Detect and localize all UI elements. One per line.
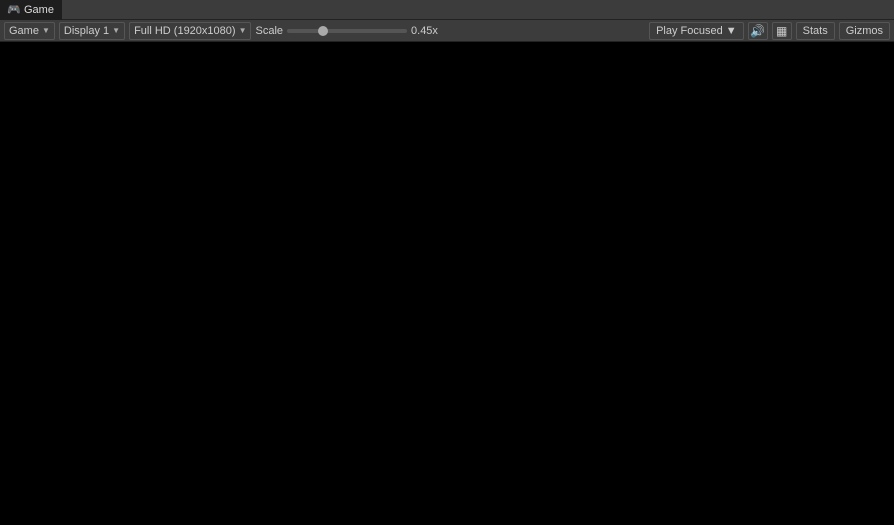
game-dropdown-arrow: ▼ — [42, 26, 50, 35]
tab-bar: 🎮 Game — [0, 0, 894, 20]
scale-value: 0.45x — [411, 25, 446, 37]
resolution-dropdown-label: Full HD (1920x1080) — [134, 25, 236, 37]
game-tab-icon: 🎮 — [8, 4, 20, 16]
audio-icon: 🔊 — [750, 24, 765, 38]
scale-label: Scale — [255, 25, 283, 37]
scale-section: Scale 0.45x — [255, 25, 645, 37]
display-dropdown-arrow: ▼ — [112, 26, 120, 35]
display-icon: ▦ — [776, 24, 787, 38]
tab-game-label: Game — [24, 4, 54, 16]
stats-button[interactable]: Stats — [796, 22, 835, 40]
stats-label: Stats — [803, 25, 828, 37]
scale-slider[interactable] — [287, 29, 407, 33]
play-focused-label: Play Focused — [656, 25, 723, 37]
toolbar: Game ▼ Display 1 ▼ Full HD (1920x1080) ▼… — [0, 20, 894, 42]
game-dropdown-label: Game — [9, 25, 39, 37]
resolution-dropdown[interactable]: Full HD (1920x1080) ▼ — [129, 22, 251, 40]
scale-thumb — [318, 26, 328, 36]
gizmos-button[interactable]: Gizmos — [839, 22, 890, 40]
display-icon-button[interactable]: ▦ — [772, 22, 792, 40]
game-viewport — [0, 42, 894, 525]
play-focused-arrow: ▼ — [726, 25, 737, 37]
resolution-dropdown-arrow: ▼ — [239, 26, 247, 35]
audio-button[interactable]: 🔊 — [748, 22, 768, 40]
game-dropdown[interactable]: Game ▼ — [4, 22, 55, 40]
toolbar-right: Play Focused ▼ 🔊 ▦ Stats Gizmos — [649, 22, 890, 40]
play-focused-dropdown[interactable]: Play Focused ▼ — [649, 22, 744, 40]
display-dropdown-label: Display 1 — [64, 25, 109, 37]
gizmos-label: Gizmos — [846, 25, 883, 37]
tab-game[interactable]: 🎮 Game — [0, 0, 62, 20]
display-dropdown[interactable]: Display 1 ▼ — [59, 22, 125, 40]
